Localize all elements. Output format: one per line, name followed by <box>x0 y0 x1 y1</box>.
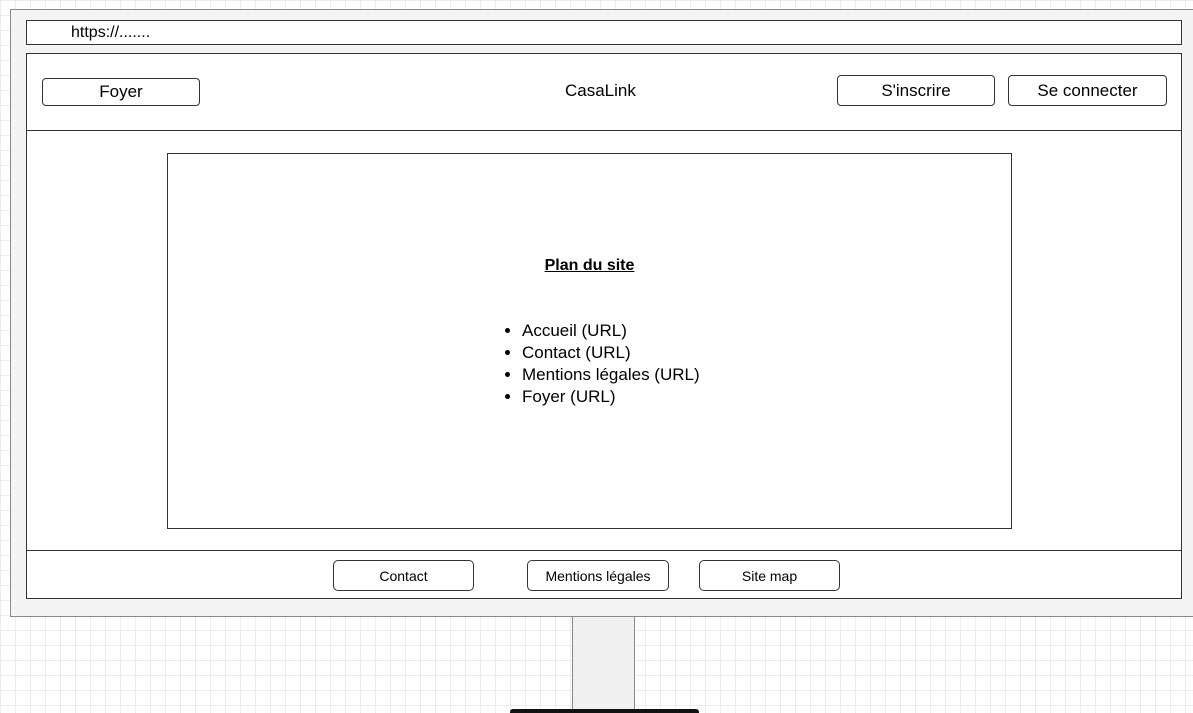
home-button[interactable]: Foyer <box>42 78 200 106</box>
sitemap-link-foyer[interactable]: Foyer (URL) <box>522 386 700 408</box>
brand-title: CasaLink <box>565 81 636 100</box>
sitemap-link-accueil[interactable]: Accueil (URL) <box>522 320 700 342</box>
monitor-base <box>510 709 699 713</box>
footer-divider <box>27 550 1181 551</box>
login-button[interactable]: Se connecter <box>1008 75 1167 106</box>
footer-sitemap-button[interactable]: Site map <box>699 560 840 591</box>
url-bar[interactable]: https://....... <box>26 20 1182 45</box>
browser-screen: Foyer CasaLink S'inscrire Se connecter P… <box>26 53 1182 599</box>
sitemap-link-mentions[interactable]: Mentions légales (URL) <box>522 364 700 386</box>
sitemap-link-contact[interactable]: Contact (URL) <box>522 342 700 364</box>
sitemap-list: Accueil (URL) Contact (URL) Mentions lég… <box>522 320 700 408</box>
monitor-stand <box>572 617 635 713</box>
sitemap-panel: Plan du site Accueil (URL) Contact (URL)… <box>167 153 1012 529</box>
url-text: https://....... <box>71 24 151 41</box>
header-divider <box>27 130 1181 131</box>
footer-legal-button[interactable]: Mentions légales <box>527 560 669 591</box>
page-title: Plan du site <box>544 257 635 274</box>
signup-button[interactable]: S'inscrire <box>837 75 995 106</box>
footer-contact-button[interactable]: Contact <box>333 560 474 591</box>
